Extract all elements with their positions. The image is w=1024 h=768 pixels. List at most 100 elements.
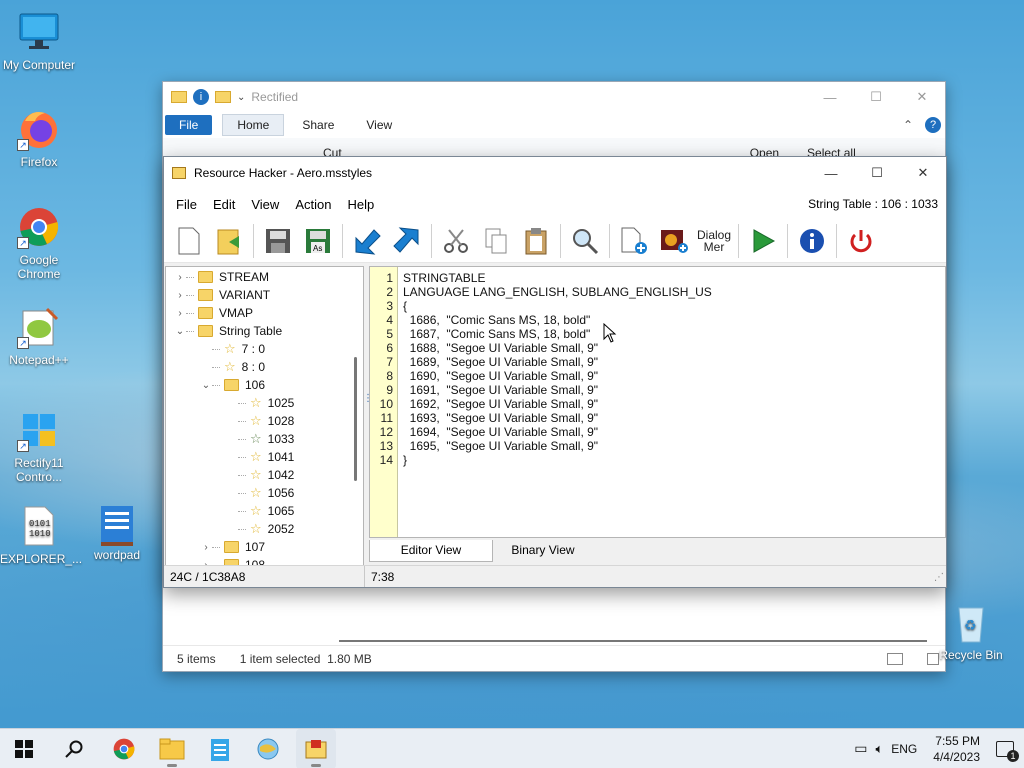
expand-toggle-icon[interactable]: › xyxy=(174,308,186,319)
save-as-button[interactable]: As xyxy=(299,222,337,260)
maximize-button[interactable]: ☐ xyxy=(853,82,899,112)
new-folder-icon[interactable] xyxy=(215,91,231,103)
details-view-icon[interactable] xyxy=(887,652,903,665)
minimize-button[interactable]: — xyxy=(808,158,854,188)
search-button[interactable] xyxy=(54,729,94,768)
menu-help[interactable]: Help xyxy=(339,197,382,212)
code-line[interactable]: 1694, "Segoe UI Variable Small, 9" xyxy=(403,425,712,439)
add-resource-button[interactable] xyxy=(615,222,653,260)
paste-button[interactable] xyxy=(517,222,555,260)
tree-item[interactable]: ☆ 7 : 0 xyxy=(166,340,363,358)
menu-edit[interactable]: Edit xyxy=(205,197,243,212)
close-button[interactable]: ✕ xyxy=(899,82,945,112)
clock[interactable]: 7:55 PM 4/4/2023 xyxy=(933,733,980,765)
collapse-toggle-icon[interactable]: ⌄ xyxy=(174,326,186,337)
close-button[interactable]: ✕ xyxy=(900,158,946,188)
desktop-icon-recycle-bin[interactable]: ♻ Recycle Bin xyxy=(938,600,1004,662)
rh-title-bar[interactable]: Resource Hacker - Aero.msstyles — ☐ ✕ xyxy=(164,157,946,189)
code-line[interactable]: STRINGTABLE xyxy=(403,271,712,285)
desktop-icon-chrome[interactable]: ↗ Google Chrome xyxy=(0,205,78,281)
code-line[interactable]: 1695, "Segoe UI Variable Small, 9" xyxy=(403,439,712,453)
tree-item[interactable]: ⌄ 106 xyxy=(166,376,363,394)
menu-file[interactable]: File xyxy=(168,197,205,212)
editor-text[interactable]: STRINGTABLE LANGUAGE LANG_ENGLISH, SUBLAN… xyxy=(403,271,712,467)
splitter-handle[interactable]: ⋮ xyxy=(363,393,373,417)
code-line[interactable]: 1693, "Segoe UI Variable Small, 9" xyxy=(403,411,712,425)
tree-item[interactable]: › VARIANT xyxy=(166,286,363,304)
tree-item[interactable]: ☆ 1041 xyxy=(166,448,363,466)
chevron-down-icon[interactable]: ⌄ xyxy=(237,92,245,103)
notification-badge[interactable]: 1 xyxy=(996,740,1019,762)
expand-toggle-icon[interactable]: › xyxy=(174,290,186,301)
collapse-toggle-icon[interactable]: ⌄ xyxy=(200,380,212,391)
code-line[interactable]: 1692, "Segoe UI Variable Small, 9" xyxy=(403,397,712,411)
code-editor[interactable]: 1 2 3 4 5 6 7 8 9 10 11 12 13 14 STRINGTABLE LANGUAGE … xyxy=(369,266,946,538)
dialog-menu-button[interactable]: Dialog Mer xyxy=(695,222,733,260)
volume-icon[interactable]: 🔈︎ xyxy=(875,741,883,757)
code-line[interactable]: 1689, "Segoe UI Variable Small, 9" xyxy=(403,355,712,369)
help-icon[interactable]: ? xyxy=(925,117,941,133)
tree-item[interactable]: ⌄ String Table xyxy=(166,322,363,340)
menu-view[interactable]: View xyxy=(243,197,287,212)
about-button[interactable] xyxy=(793,222,831,260)
taskbar-resource-hacker[interactable] xyxy=(296,728,336,768)
tab-view[interactable]: View xyxy=(352,115,406,135)
resize-grip-icon[interactable]: ⋰ xyxy=(934,566,946,587)
tree-item[interactable]: › 107 xyxy=(166,538,363,556)
chevron-up-icon[interactable]: ⌃ xyxy=(903,118,913,132)
open-file-button[interactable] xyxy=(210,222,248,260)
tree-item[interactable]: ☆ 1042 xyxy=(166,466,363,484)
tree-item[interactable]: ☆ 1025 xyxy=(166,394,363,412)
tree-item[interactable]: ☆ 1033 xyxy=(166,430,363,448)
desktop-icon-rectify11[interactable]: ↗ Rectify11 Contro... xyxy=(0,408,78,484)
expand-toggle-icon[interactable]: › xyxy=(200,542,212,553)
run-script-button[interactable] xyxy=(744,222,782,260)
maximize-button[interactable]: ☐ xyxy=(854,158,900,188)
save-button[interactable] xyxy=(259,222,297,260)
taskbar-notepad[interactable] xyxy=(200,729,240,768)
taskbar-control-panel[interactable] xyxy=(248,729,288,768)
tree-item[interactable]: ☆ 1056 xyxy=(166,484,363,502)
code-line[interactable]: LANGUAGE LANG_ENGLISH, SUBLANG_ENGLISH_U… xyxy=(403,285,712,299)
add-image-button[interactable] xyxy=(655,222,693,260)
start-button[interactable] xyxy=(4,729,44,768)
compile-button[interactable] xyxy=(348,222,386,260)
code-line[interactable]: 1690, "Segoe UI Variable Small, 9" xyxy=(403,369,712,383)
tab-binary-view[interactable]: Binary View xyxy=(493,540,593,562)
code-line[interactable]: 1687, "Comic Sans MS, 18, bold" xyxy=(403,327,712,341)
tab-share[interactable]: Share xyxy=(288,115,348,135)
tree-item[interactable]: › STREAM xyxy=(166,268,363,286)
explorer-scrollbar[interactable] xyxy=(339,640,927,642)
tree-scrollbar-thumb[interactable] xyxy=(354,357,357,481)
export-button[interactable] xyxy=(388,222,426,260)
code-line[interactable]: 1691, "Segoe UI Variable Small, 9" xyxy=(403,383,712,397)
code-line[interactable]: 1688, "Segoe UI Variable Small, 9" xyxy=(403,341,712,355)
tree-item[interactable]: › VMAP xyxy=(166,304,363,322)
properties-icon[interactable]: i xyxy=(193,89,209,105)
language-indicator[interactable]: ENG xyxy=(891,742,917,756)
network-icon[interactable]: ▭ xyxy=(854,740,867,757)
resource-tree[interactable]: › STREAM › VARIANT › VMAP ⌄ String Table ☆ 7 : 0 ☆… xyxy=(165,266,364,566)
desktop-icon-my-computer[interactable]: My Computer xyxy=(0,10,78,72)
tab-file[interactable]: File xyxy=(165,115,213,135)
tab-home[interactable]: Home xyxy=(222,114,285,136)
code-line[interactable]: 1686, "Comic Sans MS, 18, bold" xyxy=(403,313,712,327)
copy-button[interactable] xyxy=(477,222,515,260)
tree-item[interactable]: ☆ 2052 xyxy=(166,520,363,538)
exit-button[interactable] xyxy=(842,222,880,260)
desktop-icon-wordpad[interactable]: wordpad xyxy=(78,500,156,562)
minimize-button[interactable]: — xyxy=(807,82,853,112)
taskbar-chrome[interactable] xyxy=(104,729,144,768)
resource-hacker-window[interactable]: Resource Hacker - Aero.msstyles — ☐ ✕ Fi… xyxy=(163,156,947,588)
find-button[interactable] xyxy=(566,222,604,260)
cut-button[interactable] xyxy=(437,222,475,260)
desktop-icon-firefox[interactable]: ↗ Firefox xyxy=(0,107,78,169)
desktop-icon-notepadpp[interactable]: ↗ Notepad++ xyxy=(0,305,78,367)
explorer-title-bar[interactable]: i ⌄ Rectified — ☐ ✕ xyxy=(163,82,945,112)
menu-action[interactable]: Action xyxy=(287,197,339,212)
tree-item[interactable]: ☆ 1028 xyxy=(166,412,363,430)
expand-toggle-icon[interactable]: › xyxy=(174,272,186,283)
taskbar-file-explorer[interactable] xyxy=(152,729,192,768)
code-line[interactable]: } xyxy=(403,453,712,467)
tree-item[interactable]: ☆ 1065 xyxy=(166,502,363,520)
